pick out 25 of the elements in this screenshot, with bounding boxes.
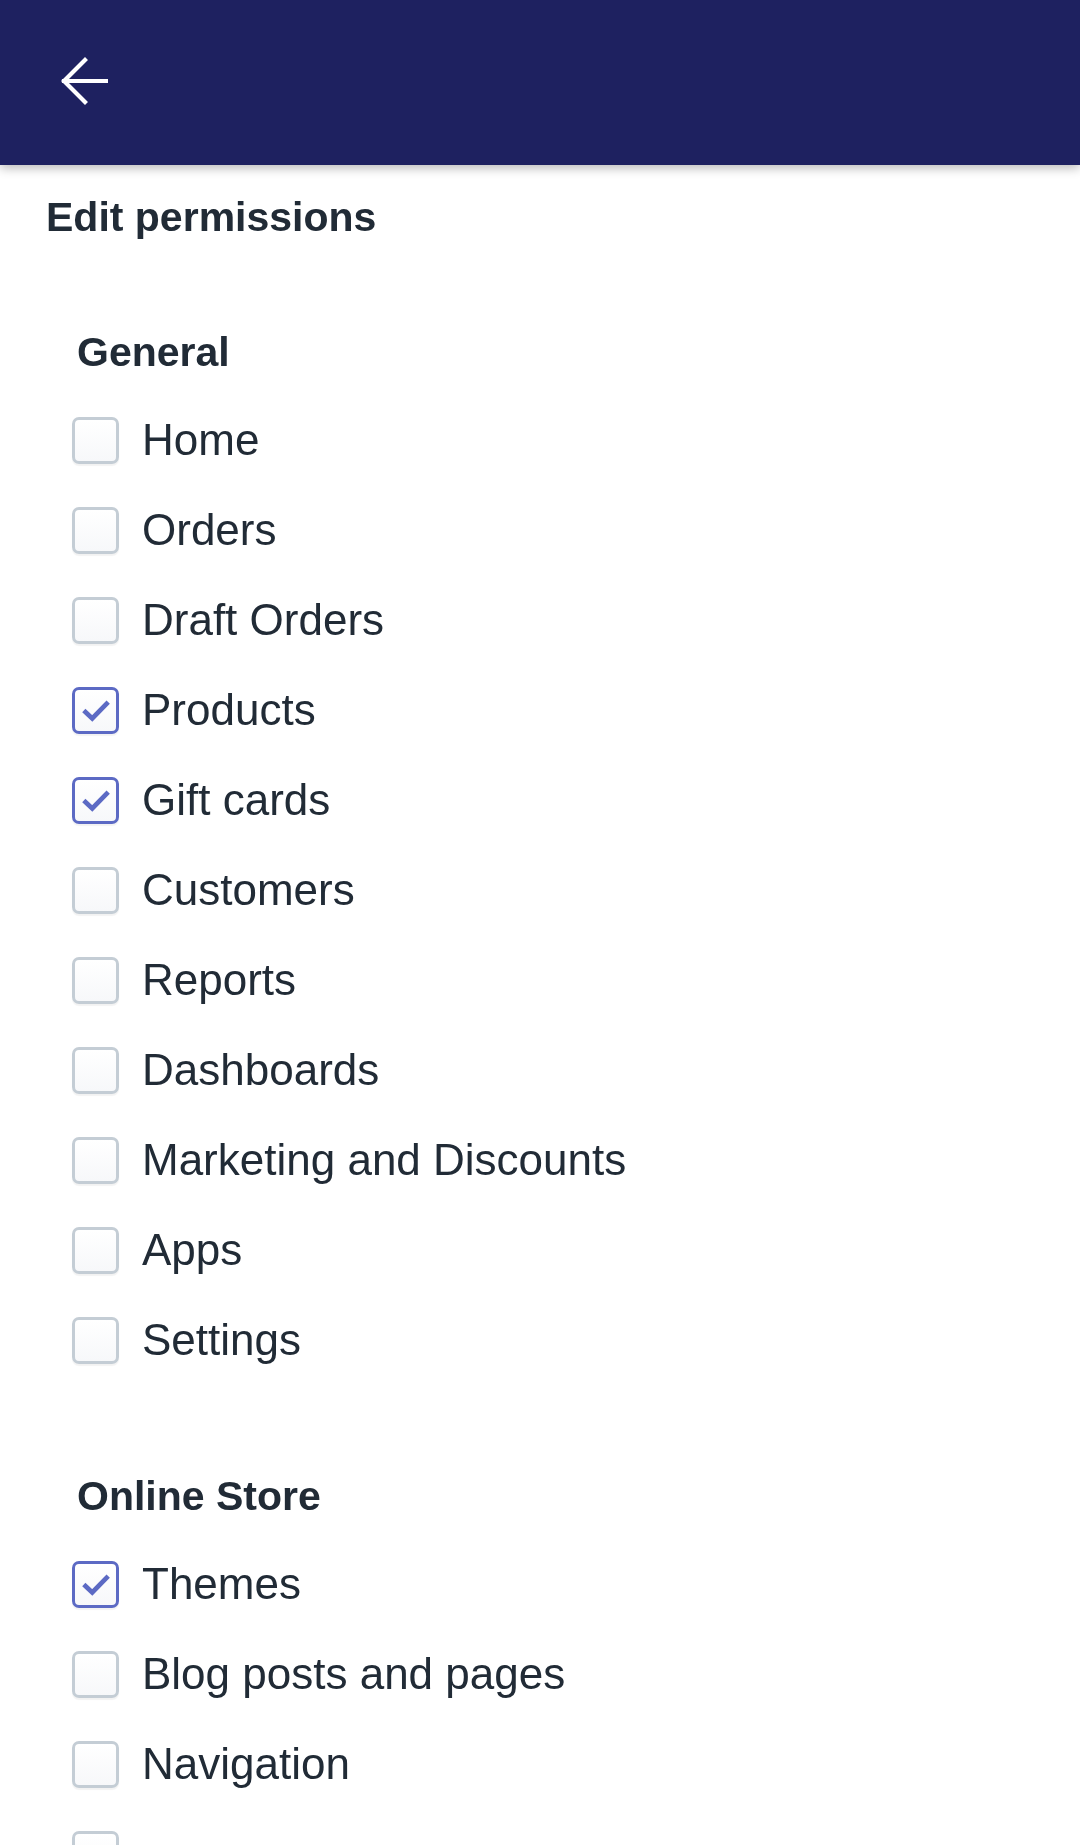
permission-label[interactable]: Themes [142,1559,301,1609]
checkmark-icon [80,788,111,812]
back-button[interactable] [60,57,108,105]
permission-label[interactable]: Draft Orders [142,595,385,645]
left-arrow-icon [60,57,108,105]
permission-label[interactable]: Apps [142,1225,243,1275]
checkmark-icon [80,1572,111,1596]
page-title: Edit permissions [45,193,378,241]
section-heading: General [76,328,231,376]
checkbox[interactable] [72,1560,119,1608]
checkbox[interactable] [72,776,119,824]
permission-label[interactable]: Settings [142,1315,301,1365]
permission-label[interactable]: Orders [142,505,277,555]
permission-label[interactable]: Home [142,415,260,465]
permission-label[interactable]: Navigation [142,1739,350,1789]
section-heading: Online Store [76,1472,322,1520]
permission-label[interactable]: Dashboards [142,1045,380,1095]
checkmark-icon [80,698,111,722]
permission-label[interactable]: Blog posts and pages [142,1649,566,1699]
permission-label[interactable]: Customers [142,865,355,915]
permission-label[interactable]: Products [142,685,316,735]
checkbox[interactable] [72,686,119,734]
permission-label[interactable]: Reports [142,955,297,1005]
permission-label[interactable]: Marketing and Discounts [142,1135,627,1185]
permission-label[interactable]: Gift cards [142,775,331,825]
